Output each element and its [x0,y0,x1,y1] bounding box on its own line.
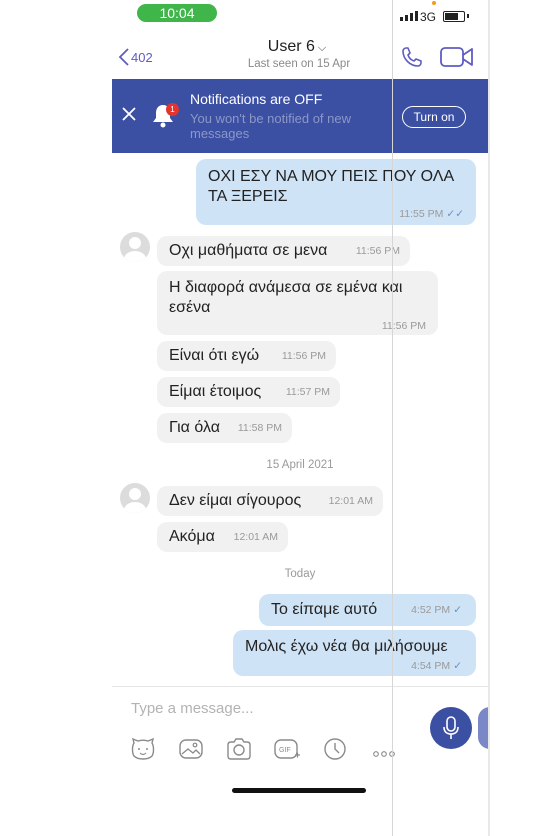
message-bubble[interactable]: ΟΧΙ ΕΣΥ ΝΑ ΜΟΥ ΠΕΙΣ ΠΟΥ ΟΛΑ ΤΑ ΞΕΡΕΙΣ 11… [196,159,476,225]
timer-icon [324,738,346,760]
camera-icon [227,738,251,760]
gif-icon: GIF [274,739,300,759]
privacy-indicator-icon [432,1,436,5]
message-time: 11:55 PM [399,208,444,220]
message-input[interactable]: Type a message... [131,700,254,717]
message-text: Η διαφορά ανάμεσα σε εμένα και εσένα [169,279,403,316]
avatar[interactable] [120,483,150,513]
video-camera-icon [440,47,473,67]
message-text: Είμαι έτοιμος [169,383,262,400]
video-call-button[interactable] [440,46,474,73]
date-separator: Today [284,568,316,580]
date-separator: 15 April 2021 [266,459,334,471]
message-bubble[interactable]: Είμαι έτοιμος 11:57 PM [157,377,340,407]
message-time: 4:52 PM [411,604,451,616]
message-time: 11:57 PM [285,386,330,398]
phone-icon [402,47,422,67]
gif-button[interactable]: GIF [273,737,301,766]
message-text: Το είπαμε αυτό [271,601,378,618]
microphone-icon [443,716,459,739]
read-check-icon: ✓✓ [446,208,464,220]
banner-title: Notifications are OFF [190,91,323,107]
sticker-icon [131,737,155,760]
battery-icon [443,11,465,22]
message-time: 12:01 AM [233,531,278,543]
message-text: Ακόμα [169,528,215,545]
message-text: Είναι ότι εγώ [169,347,260,364]
composer-divider [112,686,488,687]
message-text: Για όλα [169,419,220,436]
close-banner-button[interactable] [120,105,138,128]
message-time: 11:56 PM [281,350,326,362]
gallery-button[interactable] [178,737,204,766]
message-bubble[interactable]: Η διαφορά ανάμεσα σε εμένα και εσένα 11:… [157,271,438,335]
message-text: Δεν είμαι σίγουρος [169,492,302,509]
battery-tip [467,14,469,18]
gallery-icon [179,739,203,759]
notifications-banner: 1 Notifications are OFF You won't be not… [112,79,488,153]
message-text: Οχι μαθήματα σε μενα [169,242,328,259]
message-text: Μολις έχω νέα θα μιλήσουμε [245,638,448,655]
message-bubble[interactable]: Είναι ότι εγώ 11:56 PM [157,341,336,371]
close-icon [122,107,136,121]
signal-icon [400,11,418,21]
message-time: 11:56 PM [355,245,400,257]
call-button[interactable] [400,45,424,74]
home-indicator[interactable] [232,788,366,793]
chat-screen: 10:04 3G 402 User 6 ⌵ Last seen on 15 Apr [112,0,490,836]
message-meta: 4:54 PM ✓ [411,660,462,672]
gif-label: GIF [279,747,291,754]
message-text: ΟΧΙ ΕΣΥ ΝΑ ΜΟΥ ΠΕΙΣ ΠΟΥ ΟΛΑ ΤΑ ΞΕΡΕΙΣ [208,168,454,205]
page-edge [488,0,490,836]
banner-subtitle: You won't be notified of new messages [190,111,352,141]
message-bubble[interactable]: Δεν είμαι σίγουρος 12:01 AM [157,486,383,516]
notification-badge: 1 [166,103,179,116]
last-seen: Last seen on 15 Apr [247,58,351,70]
message-time: 11:58 PM [237,422,282,434]
page-crease [392,0,393,836]
avatar[interactable] [120,232,150,262]
contact-name[interactable]: User 6 ⌵ [242,38,352,56]
status-time: 10:04 [137,4,217,22]
message-meta: 11:55 PM ✓✓ [399,208,464,220]
message-meta: 4:52 PM ✓ [411,604,462,616]
message-time: 4:54 PM [411,660,451,672]
turn-on-button[interactable]: Turn on [402,106,466,128]
sent-check-icon: ✓ [453,604,462,616]
voice-message-button[interactable] [430,707,472,749]
sent-check-icon: ✓ [453,660,462,672]
message-bubble[interactable]: Για όλα 11:58 PM [157,413,292,443]
back-button[interactable]: 402 [118,47,153,67]
network-label: 3G [420,10,437,24]
message-time: 11:56 PM [381,320,426,332]
message-bubble[interactable]: Οχι μαθήματα σε μενα 11:56 PM [157,236,410,266]
contact-name-label: User 6 [267,38,315,55]
message-bubble[interactable]: Ακόμα 12:01 AM [157,522,288,552]
message-bubble[interactable]: Το είπαμε αυτό 4:52 PM ✓ [259,594,476,626]
chevron-left-icon [118,48,129,66]
timer-button[interactable] [322,737,348,766]
message-time: 12:01 AM [328,495,373,507]
camera-button[interactable] [226,737,252,766]
chevron-down-icon: ⌵ [317,42,327,54]
message-bubble[interactable]: Μολις έχω νέα θα μιλήσουμε 4:54 PM ✓ [233,630,476,676]
unread-count: 402 [131,49,153,65]
sticker-button[interactable] [130,737,156,766]
